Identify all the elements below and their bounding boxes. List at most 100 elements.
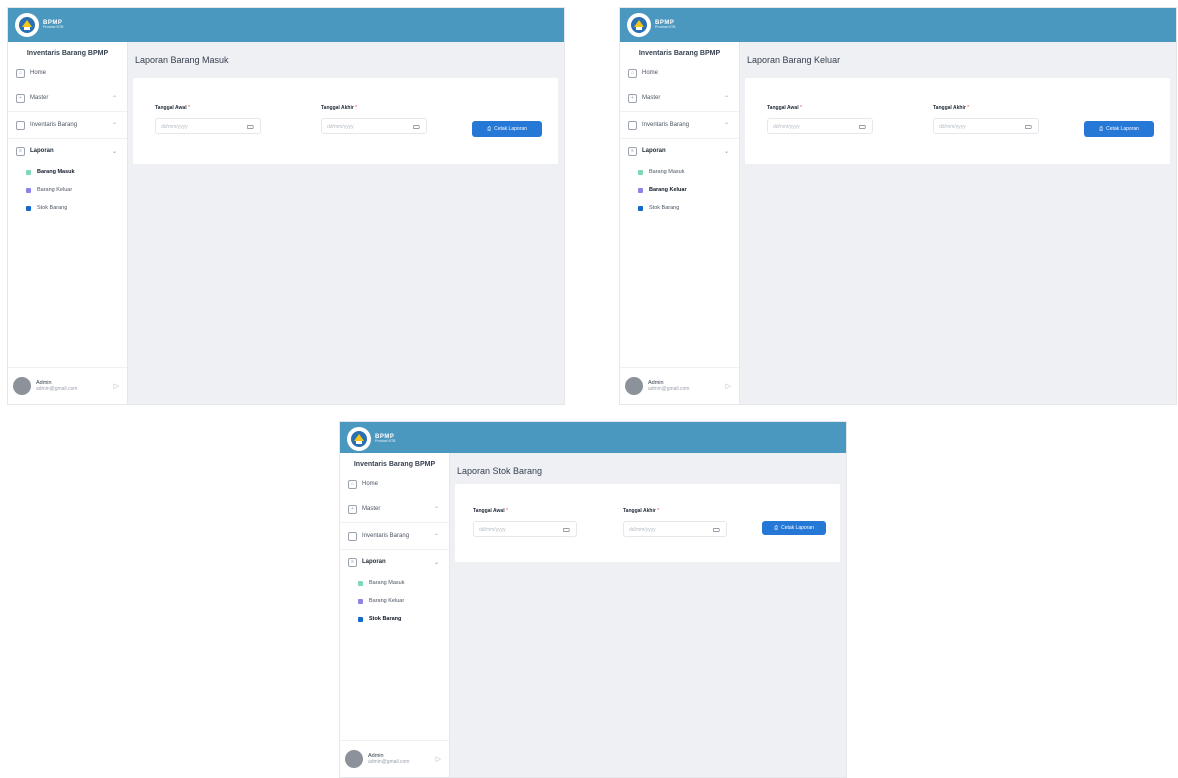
print-report-button[interactable]: ⎙ Cetak Laporan <box>472 121 542 137</box>
sidebar-item-laporan[interactable]: ≡ Laporan ⌄ <box>340 550 449 574</box>
folder-icon <box>348 531 357 541</box>
report-icon: ≡ <box>628 146 637 156</box>
logout-icon[interactable]: ▷ <box>726 382 731 390</box>
sidebar-subitem-barang-masuk[interactable]: Barang Masuk <box>340 574 449 592</box>
page-title: Laporan Barang Masuk <box>135 55 229 65</box>
chevron-down-icon: ⌄ <box>433 559 439 566</box>
sidebar-subitem-barang-keluar[interactable]: Barang Keluar <box>620 181 739 199</box>
top-bar: BPMP Provinsi NTB <box>8 8 564 42</box>
sidebar-item-label: Home <box>30 70 47 76</box>
sidebar-subitem-stok-barang[interactable]: Stok Barang <box>8 199 127 217</box>
end-date-input[interactable]: dd/mm/yyyy ▭ <box>321 118 427 134</box>
screen-barang-masuk: BPMP Provinsi NTB Inventaris Barang BPMP… <box>7 7 565 405</box>
start-date-input[interactable]: dd/mm/yyyy ▭ <box>473 521 577 537</box>
start-date-field: Tanggal Awal * dd/mm/yyyy ▭ <box>155 105 261 134</box>
avatar <box>13 377 31 395</box>
logo[interactable]: BPMP Provinsi NTB <box>15 13 63 37</box>
date-placeholder: dd/mm/yyyy <box>629 527 656 533</box>
logo-icon <box>627 13 651 37</box>
plus-box-icon: + <box>628 93 637 103</box>
subitem-label: Stok Barang <box>369 616 402 622</box>
sidebar-subitem-barang-keluar[interactable]: Barang Keluar <box>340 592 449 610</box>
square-icon <box>638 205 643 211</box>
user-email: admin@gmail.com <box>36 386 78 392</box>
date-placeholder: dd/mm/yyyy <box>327 124 354 130</box>
chevron-down-icon: ⌄ <box>111 148 117 155</box>
sidebar-item-label: Master <box>362 506 381 512</box>
start-date-input[interactable]: dd/mm/yyyy ▭ <box>155 118 261 134</box>
logo-icon <box>347 427 371 451</box>
report-icon: ≡ <box>348 557 357 567</box>
logo-subtitle: Provinsi NTB <box>655 25 676 30</box>
end-date-field: Tanggal Akhir * dd/mm/yyyy ▭ <box>933 105 1039 134</box>
sidebar-subitem-stok-barang[interactable]: Stok Barang <box>620 199 739 217</box>
user-profile[interactable]: Admin admin@gmail.com ▷ <box>620 367 739 404</box>
date-placeholder: dd/mm/yyyy <box>161 124 188 130</box>
logo[interactable]: BPMP Provinsi NTB <box>627 13 675 37</box>
sidebar-item-master[interactable]: + Master ⌃ <box>620 85 739 112</box>
sidebar-subitem-stok-barang[interactable]: Stok Barang <box>340 610 449 628</box>
start-date-label: Tanggal Awal <box>473 508 505 514</box>
subitem-label: Stok Barang <box>37 205 68 211</box>
calendar-icon[interactable]: ▭ <box>858 119 866 135</box>
chevron-down-icon: ⌄ <box>723 148 729 155</box>
end-date-input[interactable]: dd/mm/yyyy ▭ <box>623 521 727 537</box>
end-date-input[interactable]: dd/mm/yyyy ▭ <box>933 118 1039 134</box>
printer-icon: ⎙ <box>774 525 779 531</box>
calendar-icon[interactable]: ▭ <box>712 522 720 538</box>
page-title: Laporan Barang Keluar <box>747 55 841 65</box>
logo[interactable]: BPMP Provinsi NTB <box>347 427 395 451</box>
sidebar-item-home[interactable]: ⌂ Home <box>8 61 127 85</box>
sidebar-item-laporan[interactable]: ≡ Laporan ⌄ <box>8 139 127 163</box>
home-icon: ⌂ <box>16 68 25 78</box>
sidebar-item-master[interactable]: + Master ⌃ <box>8 85 127 112</box>
calendar-icon[interactable]: ▭ <box>562 522 570 538</box>
square-icon <box>26 169 31 175</box>
calendar-icon[interactable]: ▭ <box>1024 119 1032 135</box>
sidebar-subitem-barang-masuk[interactable]: Barang Masuk <box>620 163 739 181</box>
subitem-label: Barang Keluar <box>37 187 73 193</box>
top-bar: BPMP Provinsi NTB <box>620 8 1176 42</box>
square-icon <box>358 580 363 586</box>
user-email: admin@gmail.com <box>368 759 410 765</box>
square-icon <box>638 187 643 193</box>
sidebar-item-master[interactable]: + Master ⌃ <box>340 496 449 523</box>
sidebar-item-laporan[interactable]: ≡ Laporan ⌄ <box>620 139 739 163</box>
print-report-button[interactable]: ⎙ Cetak Laporan <box>762 521 826 535</box>
chevron-up-icon: ⌃ <box>433 506 439 513</box>
calendar-icon[interactable]: ▭ <box>246 119 254 135</box>
sidebar-subitem-barang-masuk[interactable]: Barang Masuk <box>8 163 127 181</box>
sidebar-item-label: Laporan <box>642 148 666 154</box>
sidebar-item-inventaris[interactable]: Inventaris Barang ⌃ <box>620 112 739 139</box>
printer-icon: ⎙ <box>1099 126 1104 132</box>
sidebar-item-inventaris[interactable]: Inventaris Barang ⌃ <box>340 523 449 550</box>
sidebar-subitem-barang-keluar[interactable]: Barang Keluar <box>8 181 127 199</box>
print-report-button[interactable]: ⎙ Cetak Laporan <box>1084 121 1154 137</box>
start-date-input[interactable]: dd/mm/yyyy ▭ <box>767 118 873 134</box>
chevron-up-icon: ⌃ <box>433 533 439 540</box>
sidebar-item-home[interactable]: ⌂ Home <box>620 61 739 85</box>
report-filter-card: Tanggal Awal * dd/mm/yyyy ▭ Tanggal Akhi… <box>455 484 840 562</box>
subitem-label: Barang Masuk <box>649 169 685 175</box>
app-title: Inventaris Barang BPMP <box>638 50 721 57</box>
sidebar-item-label: Inventaris Barang <box>30 122 78 128</box>
square-icon <box>358 598 363 604</box>
report-filter-card: Tanggal Awal * dd/mm/yyyy ▭ Tanggal Akhi… <box>745 78 1170 164</box>
required-mark: * <box>355 105 358 111</box>
user-profile[interactable]: Admin admin@gmail.com ▷ <box>340 740 449 777</box>
calendar-icon[interactable]: ▭ <box>412 119 420 135</box>
sidebar-item-home[interactable]: ⌂ Home <box>340 472 449 496</box>
sidebar-item-inventaris[interactable]: Inventaris Barang ⌃ <box>8 112 127 139</box>
page-title: Laporan Stok Barang <box>457 466 543 476</box>
subitem-label: Stok Barang <box>649 205 680 211</box>
square-icon <box>638 169 643 175</box>
home-icon: ⌂ <box>628 68 637 78</box>
chevron-up-icon: ⌃ <box>111 95 117 102</box>
top-bar: BPMP Provinsi NTB <box>340 422 846 453</box>
start-date-label: Tanggal Awal <box>767 105 799 111</box>
user-profile[interactable]: Admin admin@gmail.com ▷ <box>8 367 127 404</box>
end-date-label: Tanggal Akhir <box>623 508 656 514</box>
logout-icon[interactable]: ▷ <box>436 755 441 763</box>
required-mark: * <box>187 105 190 111</box>
logout-icon[interactable]: ▷ <box>114 382 119 390</box>
